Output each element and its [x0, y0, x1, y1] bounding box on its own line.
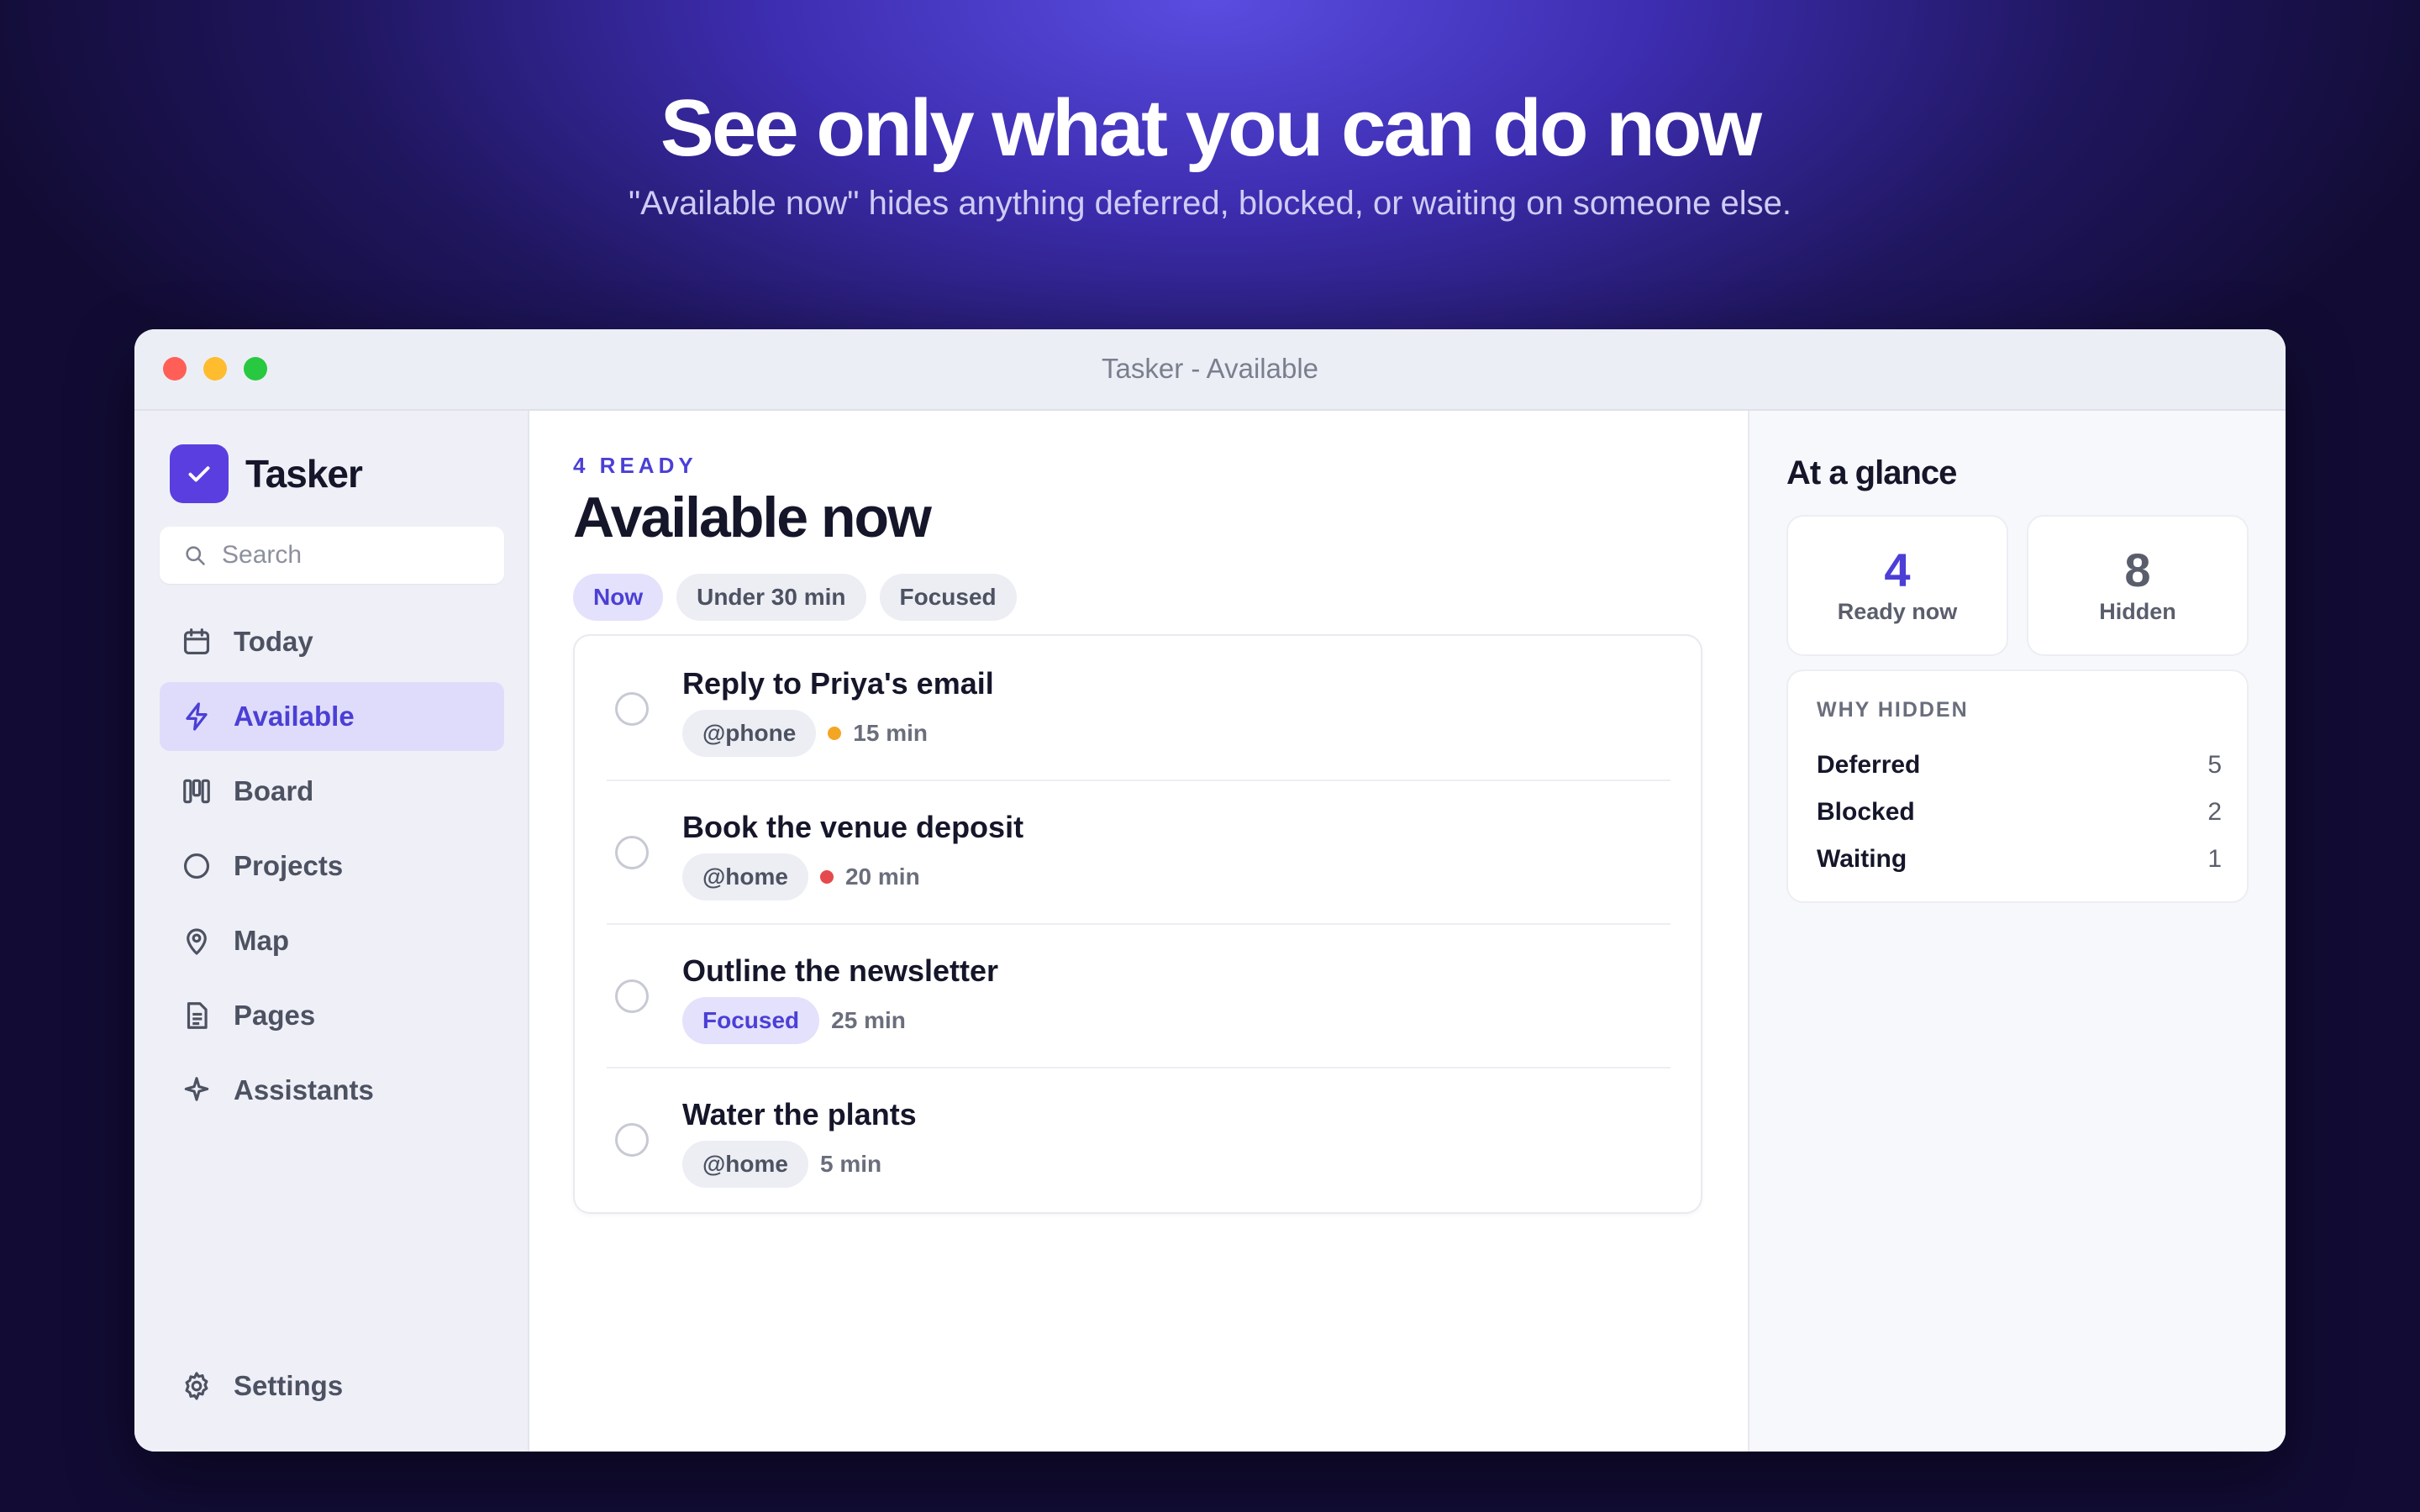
task-title: Water the plants: [682, 1097, 917, 1131]
sidebar-item-projects[interactable]: Projects: [160, 832, 504, 900]
gear-icon: [180, 1369, 213, 1403]
reason-row-waiting: Waiting 1: [1817, 841, 2222, 878]
hidden-value: 8: [2124, 543, 2151, 596]
task-checkbox[interactable]: [615, 1123, 649, 1157]
ready-now-label: Ready now: [1837, 599, 1958, 624]
sidebar-item-assistants[interactable]: Assistants: [160, 1056, 504, 1125]
hero-subtitle: "Available now" hides anything deferred,…: [628, 185, 1792, 222]
reason-row-blocked: Blocked 2: [1817, 794, 2222, 831]
task-list: Reply to Priya's email @phone 15 min Boo…: [573, 634, 1702, 1214]
context-tag[interactable]: @home: [682, 1141, 808, 1188]
sidebar-item-pages[interactable]: Pages: [160, 981, 504, 1050]
brand-name: Tasker: [245, 452, 363, 496]
hero-title: See only what you can do now: [660, 83, 1762, 173]
reason-count: 1: [2207, 845, 2222, 873]
sidebar: Tasker Today Available: [134, 411, 529, 1452]
why-hidden-card: WHY HIDDEN Deferred 5 Blocked 2 Waiting …: [1786, 669, 2249, 903]
sidebar-item-map[interactable]: Map: [160, 906, 504, 975]
calendar-icon: [180, 625, 213, 659]
task-checkbox[interactable]: [615, 836, 649, 869]
lightning-icon: [180, 700, 213, 733]
glance-panel: At a glance 4 Ready now 8 Hidden WHY HID…: [1748, 411, 2286, 1452]
glance-title: At a glance: [1786, 454, 1957, 491]
app-window: Tasker - Available Tasker Today: [134, 329, 2286, 1452]
task-checkbox[interactable]: [615, 979, 649, 1013]
ready-now-card: 4 Ready now: [1786, 515, 2008, 656]
task-meta: @home 20 min: [682, 853, 920, 900]
focused-tag[interactable]: Focused: [682, 997, 820, 1044]
task-meta: Focused 25 min: [682, 997, 906, 1044]
context-tag[interactable]: @home: [682, 853, 808, 900]
search-box[interactable]: [160, 527, 504, 584]
sparkle-icon: [180, 1074, 213, 1107]
priority-dot: [828, 727, 842, 740]
task-title: Outline the newsletter: [682, 953, 999, 988]
brand: Tasker: [170, 444, 363, 503]
task-row[interactable]: Outline the newsletter Focused 25 min: [607, 923, 1670, 1066]
task-meta: @home 5 min: [682, 1141, 881, 1188]
sidebar-nav: Today Available Board Projects Map Pages…: [160, 607, 504, 1131]
task-duration: 15 min: [853, 720, 928, 746]
reason-label: Waiting: [1817, 845, 1907, 873]
why-hidden-title: WHY HIDDEN: [1817, 698, 1969, 722]
page-title: Available now: [573, 486, 932, 549]
reason-count: 2: [2207, 798, 2222, 826]
check-logo-icon: [170, 444, 229, 503]
hidden-label: Hidden: [2099, 599, 2176, 624]
reason-row-deferred: Deferred 5: [1817, 747, 2222, 784]
title-bar: Tasker - Available: [134, 329, 2286, 411]
sidebar-settings: Settings: [160, 1352, 504, 1426]
filter-chips: Now Under 30 min Focused: [573, 574, 1030, 621]
circle-icon: [180, 849, 213, 883]
sidebar-item-today[interactable]: Today: [160, 607, 504, 676]
task-meta: @phone 15 min: [682, 710, 928, 757]
sidebar-item-label: Map: [234, 925, 289, 956]
priority-dot: [819, 870, 834, 884]
task-duration: 25 min: [831, 1007, 906, 1033]
window-title: Tasker - Available: [1101, 353, 1319, 384]
filter-chip-under-30-min[interactable]: Under 30 min: [676, 574, 866, 621]
reason-label: Deferred: [1817, 751, 1921, 779]
sidebar-item-settings[interactable]: Settings: [160, 1352, 504, 1420]
context-tag[interactable]: @phone: [682, 710, 817, 757]
task-checkbox[interactable]: [615, 692, 649, 726]
hidden-card: 8 Hidden: [2027, 515, 2249, 656]
document-icon: [180, 999, 213, 1032]
filter-chip-now[interactable]: Now: [573, 574, 664, 621]
filter-chip-focused[interactable]: Focused: [879, 574, 1017, 621]
task-duration: 5 min: [819, 1151, 882, 1177]
sidebar-item-label: Today: [234, 626, 313, 657]
sidebar-item-label: Available: [234, 701, 355, 732]
sidebar-item-label: Pages: [234, 1000, 316, 1031]
reason-count: 5: [2207, 751, 2222, 779]
sidebar-item-label: Board: [234, 775, 314, 806]
task-title: Reply to Priya's email: [682, 666, 994, 701]
task-title: Book the venue deposit: [682, 810, 1024, 844]
task-row[interactable]: Reply to Priya's email @phone 15 min: [607, 636, 1670, 779]
reason-label: Blocked: [1817, 798, 1915, 826]
sidebar-item-label: Assistants: [234, 1074, 374, 1105]
sidebar-item-label: Settings: [234, 1370, 344, 1401]
search-input[interactable]: [220, 540, 492, 570]
sidebar-item-available[interactable]: Available: [160, 682, 504, 751]
board-icon: [180, 774, 213, 808]
map-pin-icon: [180, 924, 213, 958]
main-panel: 4 READY Available now Now Under 30 min F…: [529, 411, 1746, 1452]
hero: See only what you can do now "Available …: [0, 0, 2420, 223]
task-duration: 20 min: [844, 864, 920, 890]
ready-count: 4 READY: [573, 453, 697, 478]
ready-now-value: 4: [1884, 543, 1911, 596]
task-row[interactable]: Book the venue deposit @home 20 min: [607, 780, 1670, 922]
task-row[interactable]: Water the plants @home 5 min: [607, 1067, 1670, 1210]
sidebar-item-label: Projects: [234, 850, 344, 881]
sidebar-item-board[interactable]: Board: [160, 757, 504, 826]
search-icon: [186, 546, 205, 565]
